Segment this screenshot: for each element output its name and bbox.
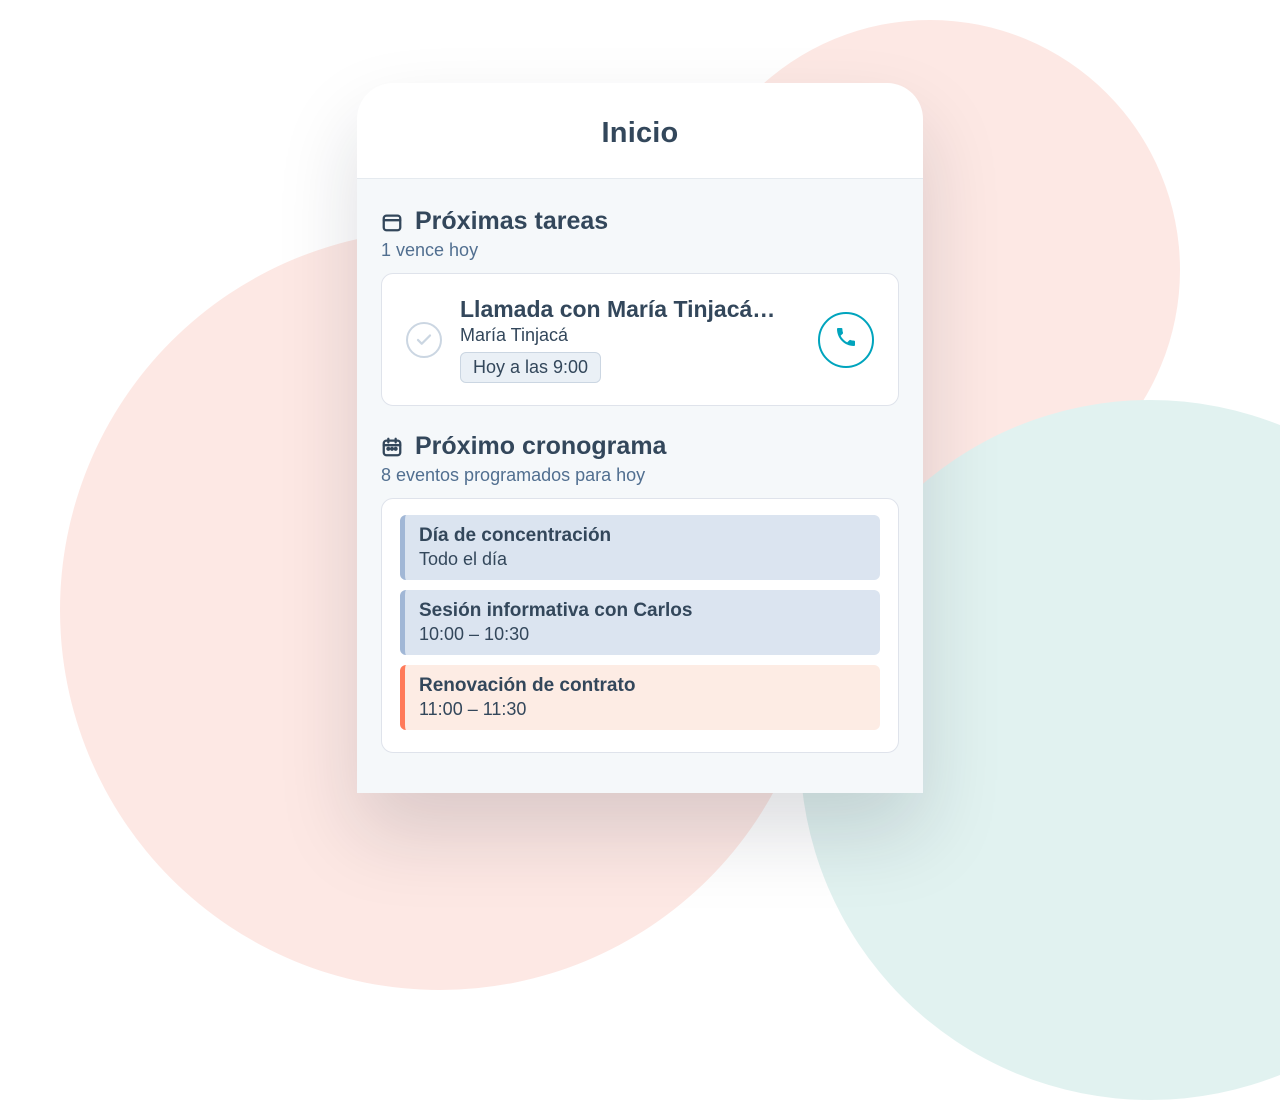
task-content: Llamada con María Tinjacá… María Tinjacá… bbox=[460, 296, 800, 383]
tasks-subheading: 1 vence hoy bbox=[381, 240, 899, 261]
task-subtitle: María Tinjacá bbox=[460, 325, 800, 346]
today-icon bbox=[381, 211, 403, 233]
schedule-event[interactable]: Renovación de contrato 11:00 – 11:30 bbox=[400, 665, 880, 730]
schedule-event[interactable]: Sesión informativa con Carlos 10:00 – 10… bbox=[400, 590, 880, 655]
calendar-icon bbox=[381, 436, 403, 458]
phone-icon bbox=[834, 325, 858, 354]
task-title: Llamada con María Tinjacá… bbox=[460, 296, 800, 323]
call-button[interactable] bbox=[818, 312, 874, 368]
schedule-subheading: 8 eventos programados para hoy bbox=[381, 465, 899, 486]
task-checkbox[interactable] bbox=[406, 322, 442, 358]
event-time: Todo el día bbox=[419, 549, 866, 570]
event-title: Sesión informativa con Carlos bbox=[419, 600, 866, 622]
event-time: 10:00 – 10:30 bbox=[419, 624, 866, 645]
schedule-section-header: Próximo cronograma bbox=[381, 432, 899, 461]
event-title: Día de concentración bbox=[419, 525, 866, 547]
schedule-heading: Próximo cronograma bbox=[415, 432, 666, 461]
tasks-heading: Próximas tareas bbox=[415, 207, 608, 236]
task-card[interactable]: Llamada con María Tinjacá… María Tinjacá… bbox=[381, 273, 899, 406]
task-time-badge: Hoy a las 9:00 bbox=[460, 352, 601, 383]
event-time: 11:00 – 11:30 bbox=[419, 699, 866, 720]
device-frame: Inicio Próximas tareas 1 vence hoy Llama… bbox=[357, 83, 923, 793]
schedule-event[interactable]: Día de concentración Todo el día bbox=[400, 515, 880, 580]
app-body: Próximas tareas 1 vence hoy Llamada con … bbox=[357, 179, 923, 793]
page-title: Inicio bbox=[357, 117, 923, 150]
tasks-section-header: Próximas tareas bbox=[381, 207, 899, 236]
event-title: Renovación de contrato bbox=[419, 675, 866, 697]
app-header: Inicio bbox=[357, 83, 923, 179]
schedule-card: Día de concentración Todo el día Sesión … bbox=[381, 498, 899, 753]
